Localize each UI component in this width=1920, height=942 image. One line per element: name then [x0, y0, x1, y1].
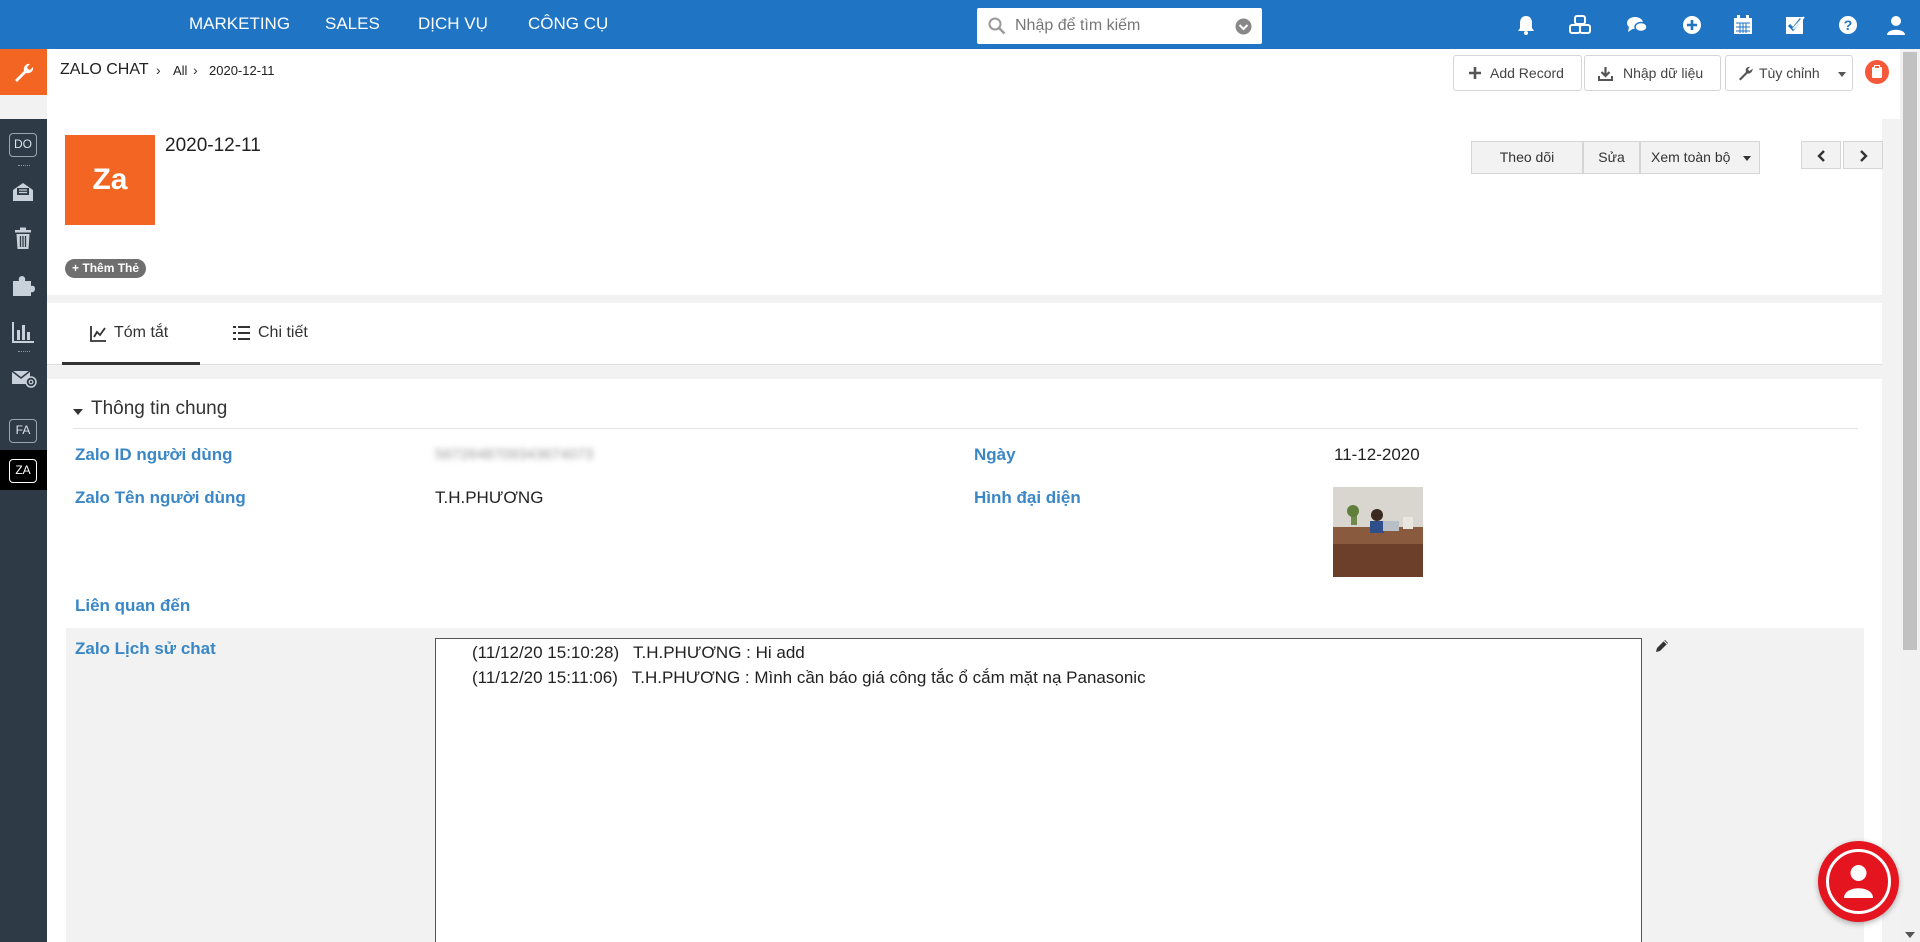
user-icon[interactable]	[1885, 14, 1907, 36]
module-title[interactable]: ZALO CHAT	[60, 61, 149, 79]
user-name-label: Zalo Tên người dùng	[75, 488, 246, 507]
pencil-icon[interactable]	[1654, 638, 1670, 654]
prev-record-button[interactable]	[1801, 141, 1841, 169]
add-tag-button[interactable]: + Thêm Thẻ	[65, 259, 147, 278]
date-label: Ngày	[974, 445, 1016, 464]
caret-down-icon	[73, 409, 83, 415]
calendar-icon[interactable]	[1732, 14, 1754, 36]
edit-button[interactable]: Sửa	[1583, 141, 1640, 174]
inbox-icon	[13, 183, 33, 201]
live-chat-button[interactable]	[1818, 841, 1899, 922]
trash-icon	[15, 227, 31, 249]
avatar-label: Hình đại diện	[974, 488, 1081, 507]
nav-dich-vu[interactable]: DỊCH VỤ	[418, 0, 488, 49]
nav-sales[interactable]: SALES	[325, 0, 380, 49]
record-logo: Za	[65, 135, 155, 225]
tab-detail[interactable]: Chi tiết	[225, 303, 335, 365]
scroll-down-arrow[interactable]	[1905, 932, 1915, 938]
breadcrumb: ZALO CHAT › All › 2020-12-11 Add Record …	[47, 49, 1900, 119]
summary-panel: Thông tin chung Zalo ID người dùng 56726…	[47, 379, 1882, 942]
list-icon	[233, 326, 250, 340]
chevron-right-icon	[1860, 150, 1868, 162]
sidebar-item-reports[interactable]	[0, 311, 47, 351]
chat-history-textarea[interactable]: (11/12/20 15:10:28) T.H.PHƯƠNG : Hi add …	[435, 638, 1642, 942]
view-all-dropdown[interactable]: Xem toàn bộ	[1640, 141, 1760, 174]
comments-icon[interactable]	[1626, 14, 1648, 36]
record-tabs: Tóm tắt Chi tiết	[47, 303, 1882, 365]
record-title: 2020-12-11	[165, 135, 261, 156]
record-header: Za 2020-12-11 + Thêm Thẻ Theo dõi Sửa Xe…	[47, 119, 1883, 295]
nav-cong-cu[interactable]: CÔNG CỤ	[528, 0, 608, 49]
follow-button[interactable]: Theo dõi	[1471, 141, 1583, 174]
chat-message: (11/12/20 15:10:28) T.H.PHƯƠNG : Hi add	[472, 643, 805, 662]
sidebar-item-extensions[interactable]	[0, 264, 47, 304]
scroll-thumb[interactable]	[1903, 52, 1917, 650]
chat-history-label: Zalo Lịch sử chat	[75, 639, 216, 658]
zalo-id-label: Zalo ID người dùng	[75, 445, 233, 464]
checkbox-icon[interactable]	[1784, 14, 1806, 36]
bell-icon[interactable]	[1515, 14, 1537, 36]
date-value: 11-12-2020	[1334, 445, 1420, 464]
download-icon	[1598, 67, 1613, 81]
scrollbar[interactable]	[1900, 49, 1920, 942]
help-icon[interactable]: ?	[1837, 14, 1859, 36]
avatar[interactable]	[1333, 487, 1423, 577]
svg-text:?: ?	[1844, 17, 1853, 33]
puzzle-icon	[13, 276, 35, 296]
related-to-label: Liên quan đến	[75, 596, 191, 615]
tools-menu-button[interactable]	[0, 49, 47, 95]
sidebar-item-do[interactable]: DO	[0, 124, 47, 164]
wrench-icon	[1739, 66, 1753, 81]
add-record-button[interactable]: Add Record	[1453, 55, 1582, 91]
section-header[interactable]: Thông tin chung	[73, 389, 1858, 429]
clipboard-icon[interactable]	[1865, 60, 1889, 84]
sidebar-item-inbox[interactable]	[0, 171, 47, 211]
chevron-right-icon: ›	[193, 62, 198, 78]
nav-marketing[interactable]: MARKETING	[189, 0, 290, 49]
sidebar: DO FA ZA	[0, 119, 47, 942]
plus-circle-icon[interactable]	[1681, 14, 1703, 36]
plus-icon: +	[72, 261, 80, 275]
customize-dropdown[interactable]: Tùy chỉnh	[1725, 55, 1853, 91]
chevron-left-icon	[1817, 150, 1825, 162]
divider	[18, 351, 30, 353]
section-title: Thông tin chung	[91, 398, 228, 419]
search-input[interactable]: Nhập để tìm kiếm	[1015, 8, 1140, 44]
import-data-button[interactable]: Nhập dữ liệu	[1584, 55, 1721, 91]
sidebar-item-za[interactable]: ZA	[0, 450, 47, 490]
user-icon	[1844, 865, 1873, 898]
tab-summary[interactable]: Tóm tắt	[62, 303, 200, 365]
email-at-icon	[11, 370, 37, 388]
chat-message: (11/12/20 15:11:06) T.H.PHƯƠNG : Mình cầ…	[472, 668, 1146, 687]
caret-down-icon	[1838, 72, 1846, 77]
breadcrumb-filter[interactable]: All	[173, 63, 187, 78]
search-icon	[988, 17, 1006, 35]
caret-down-icon	[1743, 156, 1751, 161]
line-chart-icon	[90, 326, 106, 342]
next-record-button[interactable]	[1843, 141, 1883, 169]
cubes-icon[interactable]	[1569, 14, 1591, 36]
chevron-right-icon: ›	[156, 62, 161, 78]
sidebar-item-trash[interactable]	[0, 217, 47, 257]
breadcrumb-record: 2020-12-11	[209, 63, 275, 78]
divider	[18, 165, 30, 167]
top-navbar: MARKETING SALES DỊCH VỤ CÔNG CỤ Nhập để …	[0, 0, 1920, 49]
sidebar-item-email[interactable]	[0, 357, 47, 397]
bar-chart-icon	[12, 322, 34, 343]
sidebar-item-fa[interactable]: FA	[0, 410, 47, 450]
chevron-down-circle-icon[interactable]	[1235, 18, 1252, 35]
user-name-value: T.H.PHƯƠNG	[435, 488, 544, 507]
global-search[interactable]: Nhập để tìm kiếm	[977, 8, 1262, 44]
wrench-icon	[15, 63, 34, 82]
zalo-id-value: 5672648709343674073	[435, 446, 594, 463]
plus-icon	[1469, 67, 1481, 79]
